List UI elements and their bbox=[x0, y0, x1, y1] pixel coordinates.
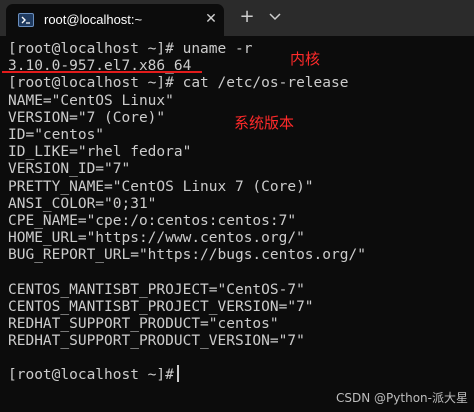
terminal-line: ANSI_COLOR="0;31" bbox=[8, 196, 157, 212]
terminal-line: [root@localhost ~]# cat /etc/os-release bbox=[8, 75, 349, 91]
terminal-line: NAME="CentOS Linux" bbox=[8, 93, 174, 109]
terminal-line: VERSION="7 (Core)" bbox=[8, 110, 166, 126]
terminal-tab[interactable]: root@localhost:~ ✕ bbox=[6, 4, 224, 36]
terminal-line: CENTOS_MANTISBT_PROJECT_VERSION="7" bbox=[8, 299, 314, 315]
terminal-line: PRETTY_NAME="CentOS Linux 7 (Core)" bbox=[8, 179, 314, 195]
kernel-underline bbox=[2, 71, 202, 73]
terminal-output[interactable]: [root@localhost ~]# uname -r 3.10.0-957.… bbox=[8, 40, 474, 412]
version-annotation: 系统版本 bbox=[234, 114, 295, 132]
text-cursor bbox=[177, 365, 179, 382]
terminal-line: CENTOS_MANTISBT_PROJECT="CentOS-7" bbox=[8, 282, 305, 298]
kernel-annotation: 内核 bbox=[290, 50, 321, 68]
new-tab-icon[interactable]: + bbox=[238, 8, 256, 26]
watermark: CSDN @Python-派大星 bbox=[336, 391, 468, 405]
terminal-line: ID="centos" bbox=[8, 127, 105, 143]
terminal-icon bbox=[18, 13, 34, 27]
terminal-line: [root@localhost ~]# bbox=[8, 367, 174, 383]
title-bar: root@localhost:~ ✕ + bbox=[0, 0, 474, 36]
chevron-down-icon[interactable] bbox=[266, 8, 284, 26]
terminal-line: HOME_URL="https://www.centos.org/" bbox=[8, 230, 305, 246]
tab-title: root@localhost:~ bbox=[44, 12, 143, 27]
terminal-line: BUG_REPORT_URL="https://bugs.centos.org/… bbox=[8, 247, 366, 263]
terminal-line: [root@localhost ~]# uname -r bbox=[8, 41, 253, 57]
close-tab-icon[interactable]: ✕ bbox=[202, 10, 220, 28]
terminal-line: ID_LIKE="rhel fedora" bbox=[8, 144, 192, 160]
terminal-line: REDHAT_SUPPORT_PRODUCT="centos" bbox=[8, 316, 279, 332]
terminal-line: VERSION_ID="7" bbox=[8, 161, 131, 177]
terminal-line: CPE_NAME="cpe:/o:centos:centos:7" bbox=[8, 213, 297, 229]
terminal-line: REDHAT_SUPPORT_PRODUCT_VERSION="7" bbox=[8, 333, 305, 349]
